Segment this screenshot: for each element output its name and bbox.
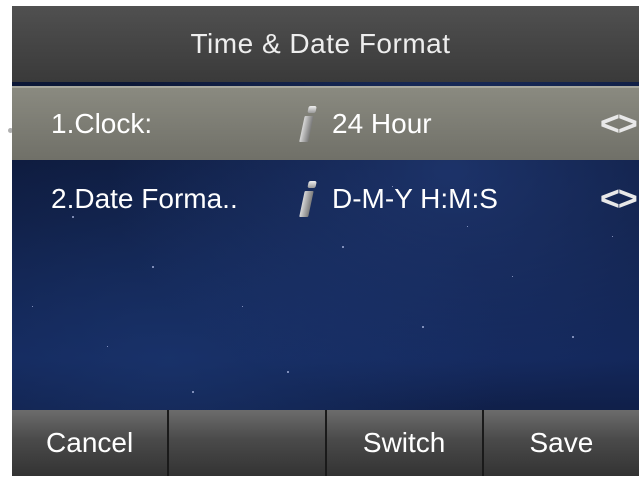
setting-value-date-format[interactable]: D-M-Y H:M:S bbox=[332, 183, 498, 215]
info-icon bbox=[298, 181, 318, 217]
left-right-arrows-icon[interactable]: <> bbox=[600, 180, 638, 219]
star bbox=[242, 306, 243, 307]
star bbox=[152, 266, 154, 268]
softkey-bar: Cancel Switch Save bbox=[12, 410, 639, 476]
setting-value-clock[interactable]: 24 Hour bbox=[332, 108, 432, 140]
setting-label-clock: 1.Clock: bbox=[51, 108, 153, 139]
setting-row-date-format[interactable]: 2.Date Forma.. D-M-Y H:M:S <> bbox=[12, 162, 639, 236]
phone-screen: Time & Date Format 1.Clock: 24 Hour <> 2… bbox=[12, 6, 639, 476]
blank-softkey[interactable] bbox=[169, 410, 327, 476]
star bbox=[612, 236, 613, 237]
setting-row-clock[interactable]: 1.Clock: 24 Hour <> bbox=[12, 86, 639, 160]
title-bar: Time & Date Format bbox=[12, 6, 639, 82]
star bbox=[107, 346, 108, 347]
page-title: Time & Date Format bbox=[190, 28, 451, 59]
cancel-button[interactable]: Cancel bbox=[12, 410, 170, 476]
info-icon bbox=[298, 106, 318, 142]
star bbox=[32, 306, 33, 307]
star bbox=[422, 326, 424, 328]
star bbox=[342, 246, 344, 248]
left-right-arrows-icon[interactable]: <> bbox=[600, 105, 638, 144]
save-button[interactable]: Save bbox=[483, 410, 639, 476]
star bbox=[287, 371, 289, 373]
setting-label-date-format: 2.Date Forma.. bbox=[51, 183, 238, 214]
switch-button[interactable]: Switch bbox=[326, 410, 484, 476]
star bbox=[192, 391, 194, 393]
star bbox=[572, 336, 574, 338]
star bbox=[512, 276, 513, 277]
